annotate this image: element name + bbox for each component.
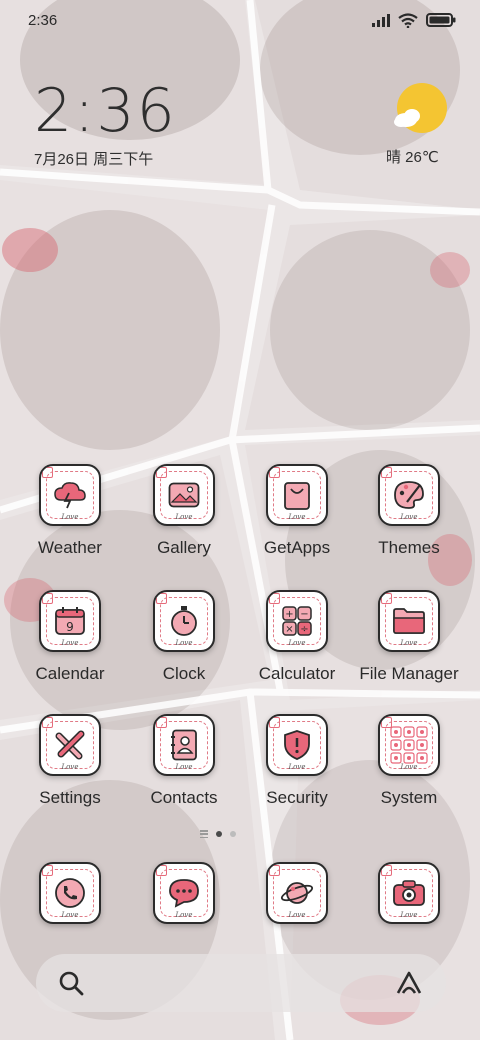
phone-icon [55, 878, 85, 908]
dock-messages[interactable]: Love [129, 862, 239, 924]
app-weather[interactable]: Love Weather [15, 464, 125, 558]
svg-text:×: × [285, 624, 293, 635]
app-icon-frame[interactable]: Love [266, 714, 328, 776]
app-label: System [380, 788, 438, 807]
app-icon-frame[interactable]: Love [153, 590, 215, 652]
dock-phone[interactable]: Love [15, 862, 125, 924]
app-label: Security [266, 788, 328, 807]
svg-text:9: 9 [66, 620, 74, 634]
app-getapps[interactable]: Love GetApps [242, 464, 352, 558]
love-badge: Love [61, 763, 79, 771]
tools-icon [55, 730, 85, 760]
app-icon-frame[interactable]: Love [378, 862, 440, 924]
app-clock[interactable]: Love Clock [129, 590, 239, 684]
app-icon-frame[interactable]: Love [153, 862, 215, 924]
folder-icon [393, 608, 425, 634]
folder-grid-icon [390, 726, 428, 764]
camera-icon [393, 880, 425, 906]
weather-icon [54, 482, 86, 509]
svg-text:÷: ÷ [300, 624, 308, 635]
love-badge: Love [400, 911, 418, 919]
shopping-bag-icon [284, 482, 310, 510]
app-icon-frame[interactable]: + − × ÷ Love [266, 590, 328, 652]
app-icon-frame[interactable]: Love [266, 862, 328, 924]
app-icon-frame[interactable]: Love [39, 714, 101, 776]
love-badge: Love [288, 763, 306, 771]
shield-icon [284, 730, 310, 760]
dock-browser[interactable]: Love [242, 862, 352, 924]
app-system-folder[interactable]: Love System [354, 714, 464, 808]
app-themes[interactable]: Love Themes [354, 464, 464, 558]
contacts-book-icon [171, 729, 197, 761]
love-badge: Love [175, 513, 193, 521]
app-label: Calendar [35, 664, 105, 683]
palette-icon [394, 481, 424, 509]
app-icon-frame[interactable]: 9 Love [39, 590, 101, 652]
search-bar[interactable] [36, 954, 446, 1012]
app-label: Gallery [157, 538, 211, 557]
love-badge: Love [61, 639, 79, 647]
app-icon-frame[interactable]: Love [266, 464, 328, 526]
app-contacts[interactable]: Love Contacts [129, 714, 239, 808]
app-label: Themes [378, 538, 440, 557]
love-badge: Love [288, 911, 306, 919]
app-label: Settings [39, 788, 101, 807]
search-icon[interactable] [58, 970, 84, 996]
app-label: GetApps [263, 538, 331, 557]
app-file-manager[interactable]: Love File Manager [354, 590, 464, 684]
love-badge: Love [61, 513, 79, 521]
page-dot[interactable] [230, 831, 236, 837]
chat-bubble-icon [169, 879, 199, 908]
svg-text:−: − [300, 609, 308, 620]
love-badge: Love [175, 911, 193, 919]
app-label: Weather [38, 538, 102, 557]
love-badge: Love [175, 639, 193, 647]
assistant-icon[interactable] [394, 970, 424, 996]
love-badge: Love [175, 763, 193, 771]
love-badge: Love [400, 513, 418, 521]
love-badge: Love [400, 639, 418, 647]
love-badge: Love [288, 513, 306, 521]
calculator-icon: + − × ÷ [282, 606, 312, 636]
app-gallery[interactable]: Love Gallery [129, 464, 239, 558]
app-icon-frame[interactable]: Love [39, 862, 101, 924]
app-label: Calculator [258, 664, 336, 683]
app-icon-frame[interactable]: Love [378, 464, 440, 526]
app-icon-frame[interactable]: Love [39, 464, 101, 526]
app-calendar[interactable]: 9 Love Calendar [15, 590, 125, 684]
app-settings[interactable]: Love Settings [15, 714, 125, 808]
page-indicator[interactable] [200, 830, 236, 838]
app-icon-frame[interactable]: Love [153, 464, 215, 526]
page-dot-active[interactable] [216, 831, 222, 837]
app-label: File Manager [359, 664, 459, 683]
app-grid: Love Weather Love Gallery Love GetApps L… [0, 0, 480, 1040]
svg-text:+: + [285, 609, 293, 620]
menu-lines-icon [200, 830, 208, 838]
love-badge: Love [288, 639, 306, 647]
app-security[interactable]: Love Security [242, 714, 352, 808]
calendar-icon: 9 [55, 607, 85, 635]
stopwatch-icon [171, 606, 197, 636]
app-icon-frame[interactable]: Love [378, 590, 440, 652]
app-calculator[interactable]: + − × ÷ Love Calculator [242, 590, 352, 684]
app-icon-frame[interactable]: Love [153, 714, 215, 776]
love-badge: Love [61, 911, 79, 919]
dock-camera[interactable]: Love [354, 862, 464, 924]
app-icon-frame[interactable]: Love [378, 714, 440, 776]
planet-icon [280, 882, 314, 904]
gallery-icon [168, 482, 200, 508]
love-badge: Love [400, 763, 418, 771]
app-label: Clock [162, 664, 206, 683]
app-label: Contacts [150, 788, 218, 807]
